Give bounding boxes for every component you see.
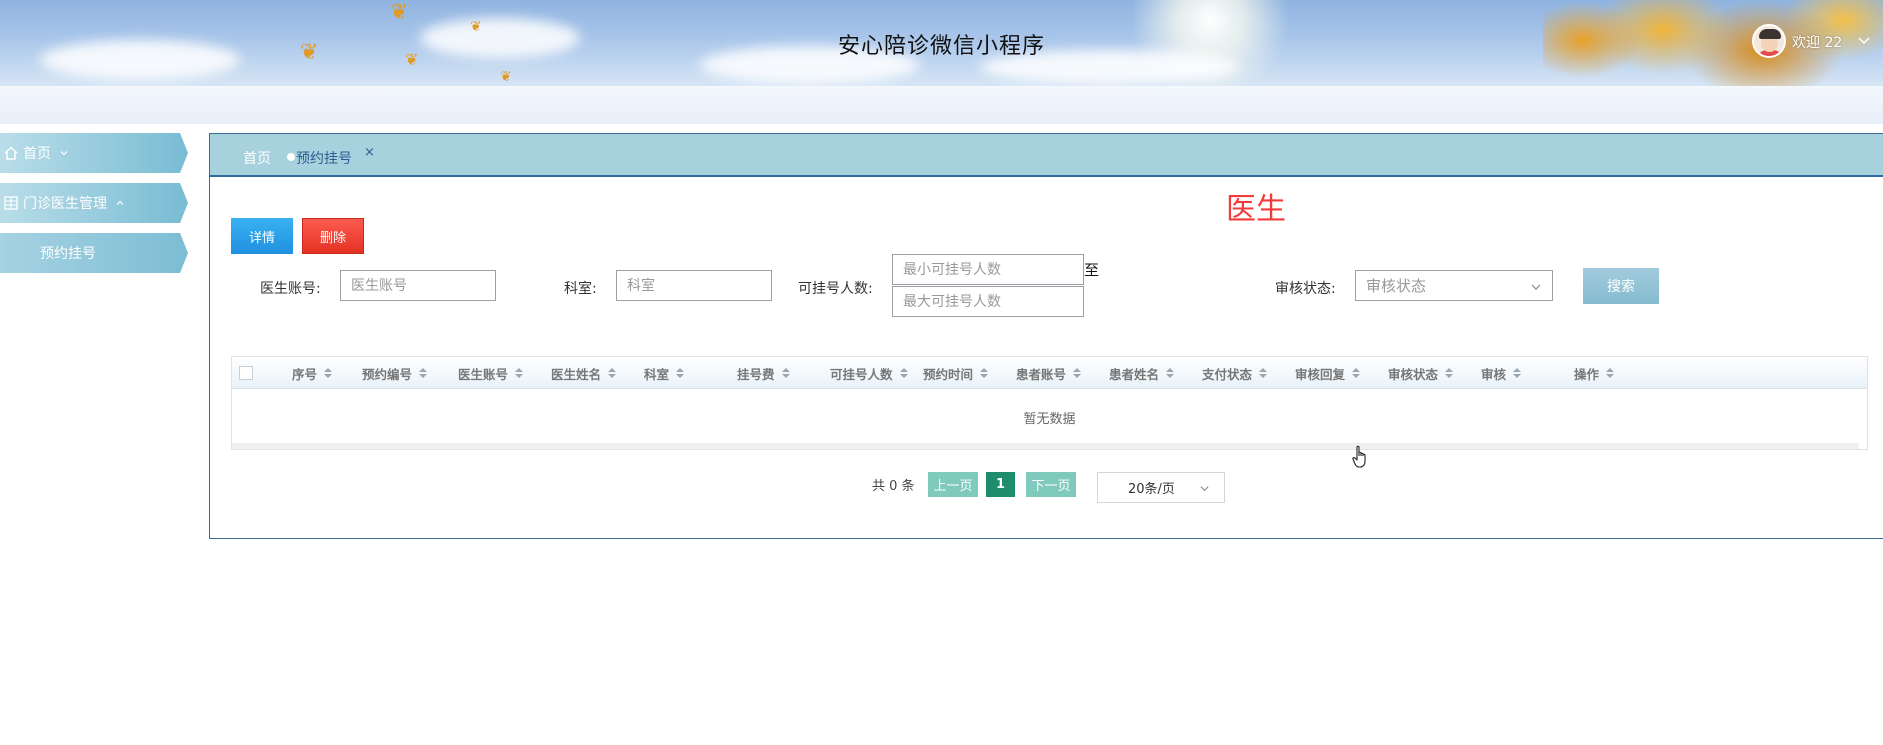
page-size-select[interactable]: 20条/页 bbox=[1097, 472, 1225, 503]
available-slots-label: 可挂号人数: bbox=[798, 281, 873, 297]
chevron-down-icon bbox=[1200, 486, 1209, 492]
total-count: 共 0 条 bbox=[872, 479, 915, 494]
sort-icon bbox=[324, 368, 333, 378]
column-header[interactable]: 科室 bbox=[644, 357, 685, 389]
column-header[interactable]: 支付状态 bbox=[1202, 357, 1268, 389]
page-size-value: 20条/页 bbox=[1128, 482, 1175, 497]
column-header-label: 审核 bbox=[1481, 366, 1507, 382]
department-label: 科室: bbox=[564, 281, 597, 297]
sort-icon bbox=[1606, 368, 1615, 378]
column-header-label: 可挂号人数 bbox=[830, 366, 893, 382]
review-status-select-value: 审核状态 bbox=[1366, 277, 1427, 295]
header-banner: ❦ ❦ ❦ ❦ ❦ 安心陪诊微信小程序 欢迎 22 bbox=[0, 0, 1883, 86]
column-header[interactable]: 预约时间 bbox=[923, 357, 989, 389]
chevron-down-icon[interactable] bbox=[1856, 32, 1872, 48]
search-button[interactable]: 搜索 bbox=[1583, 268, 1659, 304]
sidebar-item-label: 门诊医生管理 bbox=[23, 196, 107, 212]
main-panel: 首页 预约挂号 × 医生 详情 删除 医生账号: 科室: 可挂号人数: 至 审核… bbox=[209, 133, 1883, 539]
sort-icon bbox=[899, 368, 908, 378]
column-header-label: 预约时间 bbox=[923, 366, 974, 382]
column-header[interactable]: 挂号费 bbox=[737, 357, 791, 389]
sort-icon bbox=[1352, 368, 1361, 378]
sidebar-item-appointment-registration[interactable]: 预约挂号 bbox=[0, 233, 188, 273]
sort-icon bbox=[1259, 368, 1268, 378]
column-header-label: 审核回复 bbox=[1295, 366, 1346, 382]
horizontal-scrollbar[interactable] bbox=[232, 443, 1859, 449]
department-input[interactable] bbox=[616, 270, 772, 301]
leaf-icon: ❦ bbox=[390, 0, 409, 25]
delete-button[interactable]: 删除 bbox=[302, 218, 364, 254]
sidebar-item-outpatient-doctor-management[interactable]: 门诊医生管理 bbox=[0, 183, 188, 223]
column-header[interactable]: 医生账号 bbox=[458, 357, 524, 389]
sort-icon bbox=[1166, 368, 1175, 378]
hand-cursor-icon bbox=[1352, 445, 1366, 468]
sidebar-item-home[interactable]: 首页 bbox=[0, 133, 188, 173]
welcome-text[interactable]: 欢迎 22 bbox=[1792, 32, 1842, 52]
chevron-down-icon bbox=[60, 151, 68, 156]
select-all-checkbox[interactable] bbox=[239, 366, 253, 380]
column-header[interactable]: 审核状态 bbox=[1388, 357, 1454, 389]
column-header-label: 操作 bbox=[1574, 366, 1600, 382]
user-avatar-icon[interactable] bbox=[1752, 24, 1786, 58]
sort-icon bbox=[1445, 368, 1454, 378]
close-icon[interactable]: × bbox=[364, 145, 375, 160]
column-header[interactable]: 医生姓名 bbox=[551, 357, 617, 389]
column-header[interactable]: 序号 bbox=[292, 357, 333, 389]
table-empty-row: 暂无数据 bbox=[1023, 411, 1076, 427]
column-header-label: 患者账号 bbox=[1016, 366, 1067, 382]
table-header: 序号 预约编号 医生账号 医生姓名 科室 挂号费 可挂号人数 预约时间 患者账号… bbox=[232, 357, 1867, 389]
app-root: ❦ ❦ ❦ ❦ ❦ 安心陪诊微信小程序 欢迎 22 首页 门诊医生管理 预约挂号… bbox=[0, 0, 1883, 745]
doctor-account-label: 医生账号: bbox=[260, 281, 321, 297]
chevron-down-icon bbox=[1531, 284, 1541, 290]
review-status-select[interactable]: 审核状态 bbox=[1355, 270, 1553, 301]
max-slots-input[interactable] bbox=[892, 286, 1084, 317]
column-header-label: 支付状态 bbox=[1202, 366, 1253, 382]
min-slots-input[interactable] bbox=[892, 254, 1084, 285]
column-header-label: 医生账号 bbox=[458, 366, 509, 382]
app-title: 安心陪诊微信小程序 bbox=[837, 34, 1045, 59]
column-header-label: 序号 bbox=[292, 366, 318, 382]
tab-home[interactable]: 首页 bbox=[243, 148, 271, 168]
sort-icon bbox=[676, 368, 685, 378]
sort-icon bbox=[1513, 368, 1522, 378]
sort-icon bbox=[515, 368, 524, 378]
column-header[interactable]: 可挂号人数 bbox=[830, 357, 909, 389]
column-header[interactable]: 审核回复 bbox=[1295, 357, 1361, 389]
column-header[interactable]: 审核 bbox=[1481, 357, 1522, 389]
column-header-label: 患者姓名 bbox=[1109, 366, 1160, 382]
column-header[interactable]: 操作 bbox=[1574, 357, 1615, 389]
sort-icon bbox=[980, 368, 989, 378]
column-header[interactable]: 预约编号 bbox=[362, 357, 428, 389]
sort-icon bbox=[1073, 368, 1082, 378]
next-page-button[interactable]: 下一页 bbox=[1026, 472, 1076, 497]
sub-header-bar bbox=[0, 86, 1883, 124]
sort-icon bbox=[608, 368, 617, 378]
sidebar-item-label: 预约挂号 bbox=[40, 246, 96, 262]
current-page-button[interactable]: 1 bbox=[986, 472, 1015, 497]
home-icon bbox=[4, 146, 18, 160]
column-header[interactable]: 患者姓名 bbox=[1109, 357, 1175, 389]
review-status-label: 审核状态: bbox=[1275, 281, 1336, 297]
column-header[interactable]: 患者账号 bbox=[1016, 357, 1082, 389]
column-header-label: 医生姓名 bbox=[551, 366, 602, 382]
column-header-label: 挂号费 bbox=[737, 366, 775, 382]
active-tab-dot bbox=[287, 153, 295, 161]
column-header-label: 预约编号 bbox=[362, 366, 413, 382]
prev-page-button[interactable]: 上一页 bbox=[928, 472, 978, 497]
column-header-label: 科室 bbox=[644, 366, 670, 382]
chevron-up-icon bbox=[116, 200, 124, 205]
tab-appointment-registration[interactable]: 预约挂号 bbox=[296, 148, 352, 168]
sort-icon bbox=[419, 368, 428, 378]
doctor-account-input[interactable] bbox=[340, 270, 496, 301]
page-title: 医生 bbox=[1226, 192, 1286, 227]
sidebar-item-label: 首页 bbox=[23, 146, 51, 162]
column-header-label: 审核状态 bbox=[1388, 366, 1439, 382]
appointment-table: 序号 预约编号 医生账号 医生姓名 科室 挂号费 可挂号人数 预约时间 患者账号… bbox=[231, 356, 1868, 450]
leaf-icon: ❦ bbox=[500, 69, 512, 85]
grid-icon bbox=[4, 196, 18, 210]
sort-icon bbox=[781, 368, 790, 378]
tab-bar: 首页 预约挂号 × bbox=[210, 134, 1883, 177]
detail-button[interactable]: 详情 bbox=[231, 218, 293, 254]
range-to-label: 至 bbox=[1084, 261, 1100, 279]
